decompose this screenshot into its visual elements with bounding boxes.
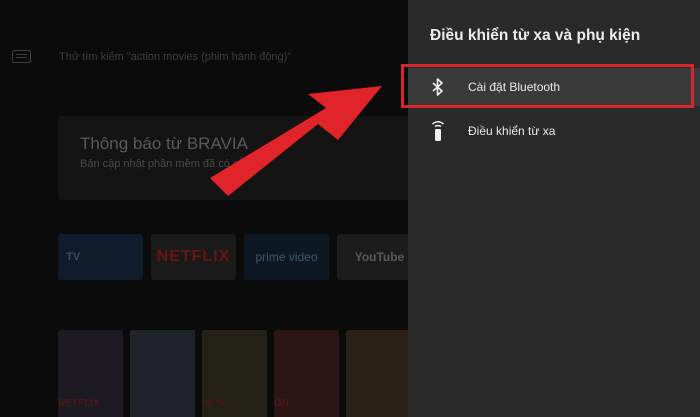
app-tile-prime-video[interactable]: prime video bbox=[244, 234, 329, 280]
app-tile-label: TV bbox=[66, 251, 81, 263]
app-tile-netflix[interactable]: NETFLIX bbox=[151, 234, 236, 280]
app-row: TV NETFLIX prime video YouTube bbox=[58, 234, 408, 280]
content-tile-label bbox=[346, 398, 408, 409]
keyboard-icon bbox=[12, 50, 31, 63]
content-tile-labels: NETFLIX lip tv ON bbox=[58, 398, 408, 409]
notification-card[interactable]: Thông báo từ BRAVIA Bản cập nhật phần mề… bbox=[58, 116, 408, 200]
menu-item-label: Điều khiển từ xa bbox=[468, 124, 556, 138]
app-tile-label: NETFLIX bbox=[156, 248, 231, 265]
notification-subtitle: Bản cập nhật phần mềm đã có sẵn bbox=[80, 158, 251, 170]
content-tile-label: NETFLIX bbox=[58, 398, 100, 409]
content-tile-label: ON bbox=[274, 398, 289, 409]
app-tile-label: prime video bbox=[255, 250, 318, 264]
side-panel: Điều khiển từ xa và phụ kiện Cài đặt Blu… bbox=[408, 0, 700, 417]
search-row[interactable]: Thử tìm kiếm "action movies (phim hành đ… bbox=[12, 50, 291, 63]
search-placeholder: Thử tìm kiếm "action movies (phim hành đ… bbox=[59, 50, 292, 63]
notification-title: Thông báo từ BRAVIA bbox=[80, 134, 248, 153]
app-tile-tv[interactable]: TV bbox=[58, 234, 143, 280]
panel-title: Điều khiển từ xa và phụ kiện bbox=[430, 27, 641, 44]
menu-item-remote-control[interactable]: Điều khiển từ xa bbox=[408, 112, 700, 150]
app-tile-youtube[interactable]: YouTube bbox=[337, 234, 408, 280]
remote-icon bbox=[432, 121, 444, 141]
content-tile-label: lip tv bbox=[202, 398, 226, 409]
tv-home-background: Thử tìm kiếm "action movies (phim hành đ… bbox=[0, 0, 408, 417]
content-tile-label bbox=[130, 398, 195, 409]
highlight-box bbox=[401, 64, 694, 108]
app-tile-label: YouTube bbox=[354, 250, 405, 264]
